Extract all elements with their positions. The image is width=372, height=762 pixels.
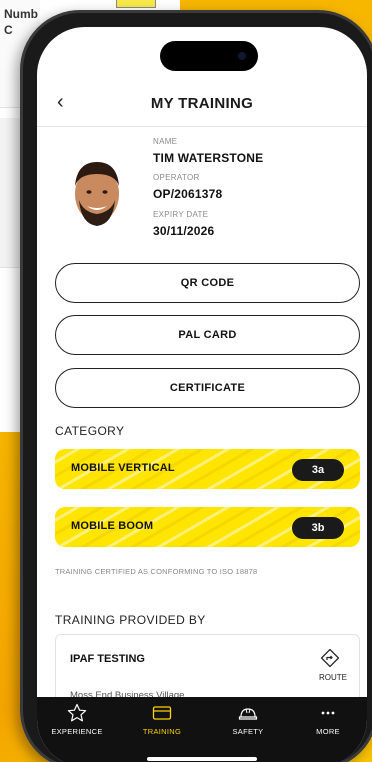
category-label: MOBILE BOOM xyxy=(71,520,154,532)
tab-safety[interactable]: SAFETY xyxy=(215,703,281,736)
route-label[interactable]: ROUTE xyxy=(319,673,347,682)
tab-label: SAFETY xyxy=(232,727,264,736)
star-icon xyxy=(67,703,87,722)
category-item-mobile-vertical[interactable]: MOBILE VERTICAL 3a xyxy=(55,449,360,489)
operator-label: OPERATOR xyxy=(153,173,200,182)
home-indicator[interactable] xyxy=(147,757,257,761)
pal-card-button[interactable]: PAL CARD xyxy=(55,315,360,355)
tab-label: MORE xyxy=(316,727,340,736)
category-title: CATEGORY xyxy=(55,424,125,438)
background-chip xyxy=(116,0,156,8)
expiry-label: EXPIRY DATE xyxy=(153,210,209,219)
tab-more[interactable]: MORE xyxy=(295,703,361,736)
tab-training[interactable]: TRAINING xyxy=(129,703,195,736)
name-value: TIM WATERSTONE xyxy=(153,151,264,165)
tab-label: TRAINING xyxy=(142,727,182,736)
app-header: ‹ MY TRAINING xyxy=(37,83,367,127)
certificate-button[interactable]: CERTIFICATE xyxy=(55,368,360,408)
qr-code-button[interactable]: QR CODE xyxy=(55,263,360,303)
category-badge: 3a xyxy=(292,459,344,481)
operator-value: OP/2061378 xyxy=(153,187,223,201)
phone-screen: ‹ MY TRAINING NAME TIM WATERSTONE OPERAT… xyxy=(37,27,367,762)
name-label: NAME xyxy=(153,137,178,146)
page-title: MY TRAINING xyxy=(150,95,254,112)
tab-experience[interactable]: EXPERIENCE xyxy=(44,703,110,736)
ellipsis-icon xyxy=(321,711,335,715)
route-icon[interactable] xyxy=(321,649,339,667)
category-label: MOBILE VERTICAL xyxy=(71,462,175,474)
provider-title: TRAINING PROVIDED BY xyxy=(55,613,206,627)
dynamic-island xyxy=(160,41,258,71)
phone-frame: ‹ MY TRAINING NAME TIM WATERSTONE OPERAT… xyxy=(20,10,372,762)
card-icon xyxy=(152,706,172,720)
hard-hat-icon xyxy=(238,708,258,720)
category-item-mobile-boom[interactable]: MOBILE BOOM 3b xyxy=(55,507,360,547)
category-badge: 3b xyxy=(292,517,344,539)
provider-name: IPAF TESTING xyxy=(70,653,145,665)
iso-note: TRAINING CERTIFIED AS CONFORMING TO ISO … xyxy=(55,567,258,576)
tab-bar: EXPERIENCE TRAINING SAFETY MORE xyxy=(37,697,367,762)
expiry-value: 30/11/2026 xyxy=(153,224,215,238)
tab-label: EXPERIENCE xyxy=(51,727,103,736)
avatar xyxy=(75,162,119,226)
